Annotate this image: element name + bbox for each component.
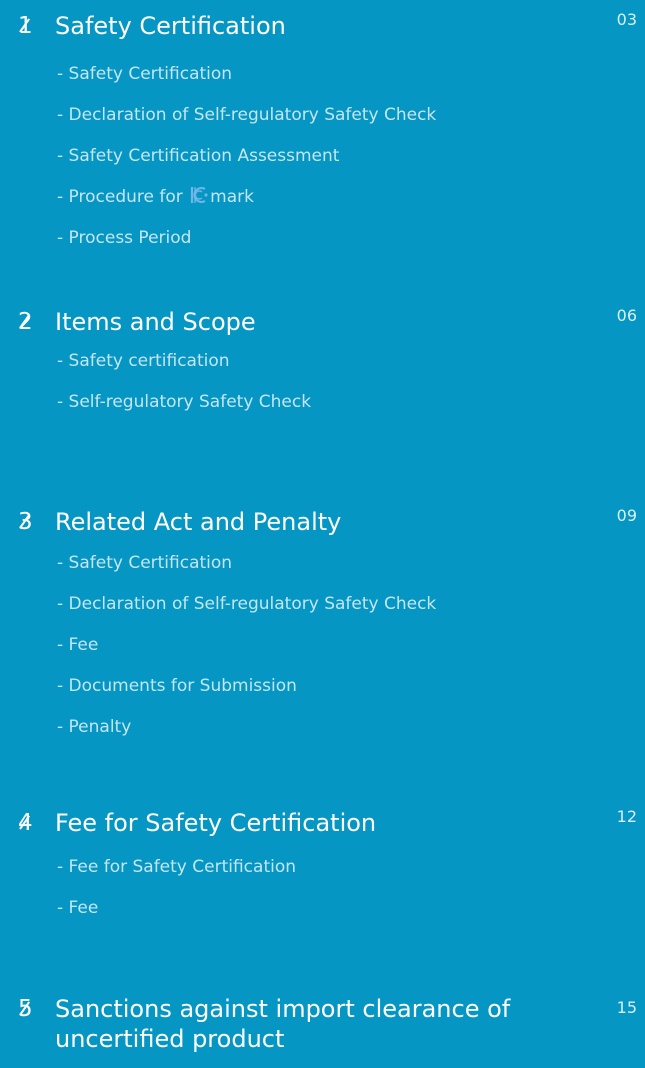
number-slash-accent — [19, 18, 30, 33]
list-item[interactable]: - Safety Certification Assessment — [57, 136, 645, 177]
page-number: 09 — [616, 506, 637, 525]
section-title[interactable]: Safety Certification — [55, 10, 286, 42]
kc-certification-mark-icon — [191, 187, 208, 203]
list-item[interactable]: - Fee — [57, 625, 645, 666]
list-item[interactable]: - Self-regulatory Safety Check — [57, 382, 645, 423]
section-title[interactable]: Fee for Safety Certification — [55, 807, 376, 839]
page-number: 15 — [616, 998, 637, 1017]
subsection-list: - Fee for Safety Certification - Fee — [0, 847, 645, 929]
list-item[interactable]: - Safety Certification — [57, 543, 645, 584]
section-heading[interactable]: 4 Fee for Safety Certification 12 — [0, 804, 645, 844]
list-item[interactable]: - Procedure for mark — [57, 177, 645, 218]
section-heading[interactable]: 1 Safety Certification 03 — [0, 7, 645, 47]
toc-section-2: 2 Items and Scope 06 - Safety certificat… — [0, 303, 645, 423]
section-number: 1 — [18, 11, 33, 41]
section-heading[interactable]: 5 Sanctions against import clearance of … — [0, 990, 645, 1060]
list-item[interactable]: - Penalty — [57, 707, 645, 748]
toc-section-5: 5 Sanctions against import clearance of … — [0, 990, 645, 1060]
page-number: 12 — [616, 807, 637, 826]
section-title[interactable]: Sanctions against import clearance of un… — [55, 994, 525, 1054]
list-item-text-suffix: mark — [210, 187, 254, 207]
number-slash-accent — [19, 514, 30, 529]
subsection-list: - Safety certification - Self-regulatory… — [0, 341, 645, 423]
number-slash-accent — [19, 1001, 30, 1016]
toc-section-3: 3 Related Act and Penalty 09 - Safety Ce… — [0, 503, 645, 748]
list-item-text: - Procedure for — [57, 187, 183, 207]
toc-section-4: 4 Fee for Safety Certification 12 - Fee … — [0, 804, 645, 929]
list-item[interactable]: - Fee for Safety Certification — [57, 847, 645, 888]
section-title[interactable]: Related Act and Penalty — [55, 506, 341, 538]
page-number: 06 — [616, 306, 637, 325]
section-number: 5 — [18, 994, 33, 1024]
number-slash-accent — [19, 314, 30, 329]
list-item[interactable]: - Documents for Submission — [57, 666, 645, 707]
number-slash-accent — [19, 815, 30, 830]
subsection-list: - Safety Certification - Declaration of … — [0, 54, 645, 259]
list-item[interactable]: - Declaration of Self-regulatory Safety … — [57, 95, 645, 136]
section-heading[interactable]: 3 Related Act and Penalty 09 — [0, 503, 645, 543]
list-item[interactable]: - Fee — [57, 888, 645, 929]
list-item[interactable]: - Safety certification — [57, 341, 645, 382]
section-number: 2 — [18, 307, 33, 337]
section-title[interactable]: Items and Scope — [55, 306, 256, 338]
list-item[interactable]: - Safety Certification — [57, 54, 645, 95]
section-heading[interactable]: 2 Items and Scope 06 — [0, 303, 645, 343]
list-item[interactable]: - Process Period — [57, 218, 645, 259]
section-number: 4 — [18, 808, 33, 838]
page-number: 03 — [616, 10, 637, 29]
subsection-list: - Safety Certification - Declaration of … — [0, 543, 645, 748]
toc-section-1: 1 Safety Certification 03 - Safety Certi… — [0, 7, 645, 259]
list-item[interactable]: - Declaration of Self-regulatory Safety … — [57, 584, 645, 625]
section-number: 3 — [18, 507, 33, 537]
